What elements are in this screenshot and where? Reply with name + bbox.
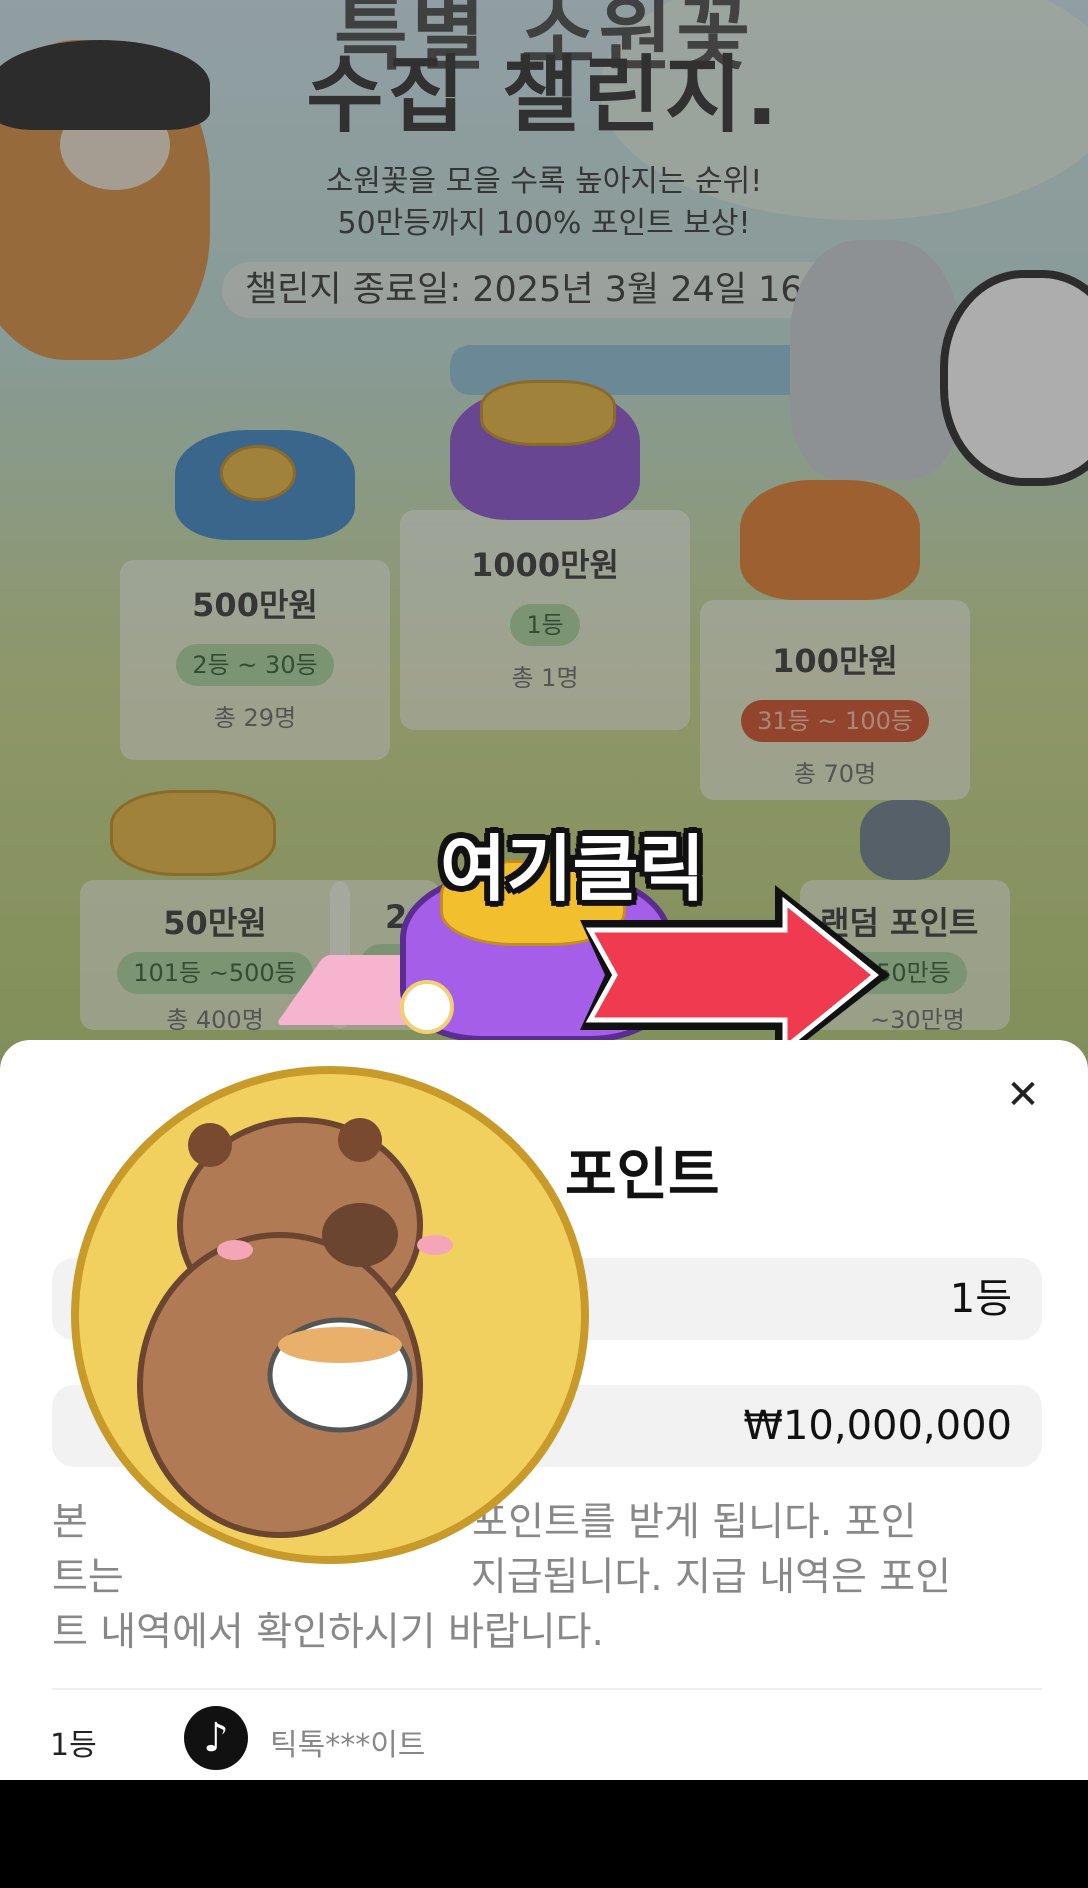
description-line: 트 내역에서 확인하시기 바랍니다. xyxy=(52,1610,604,1655)
winner-rank: 1등 xyxy=(50,1728,97,1763)
close-icon: ✕ xyxy=(1006,1072,1040,1118)
amount-value: ₩10,000,000 xyxy=(743,1403,1012,1449)
divider xyxy=(52,1688,1042,1690)
flower-icon xyxy=(400,980,454,1034)
winner-name: 틱톡***이트 xyxy=(270,1728,426,1763)
tiktok-icon: ♪ xyxy=(184,1706,248,1770)
challenge-screen: 특별 소원꽃 수집 챌린지. 소원꽃을 모을 수록 높아지는 순위! 50만등까… xyxy=(0,0,1088,1780)
close-button[interactable]: ✕ xyxy=(998,1070,1048,1120)
capybara-sticker xyxy=(71,1066,589,1564)
rank-value: 1등 xyxy=(949,1276,1012,1322)
